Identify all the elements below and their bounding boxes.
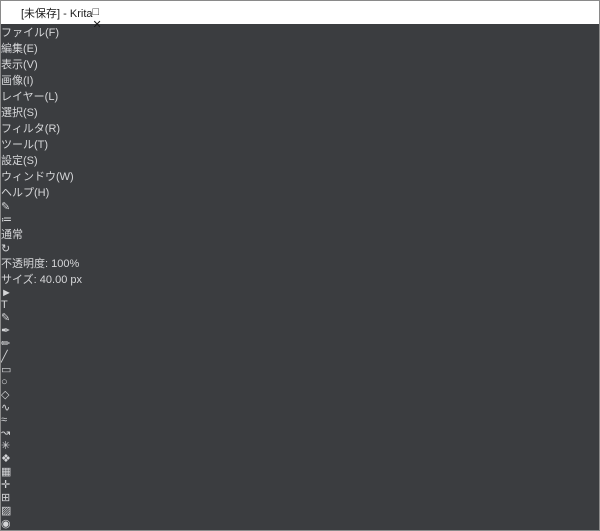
crop-tool[interactable]: ⊞	[1, 491, 599, 504]
rectangle-tool[interactable]: ▭	[1, 363, 599, 376]
menu-item[interactable]: ファイル(F)	[1, 24, 599, 40]
freehand-path-tool[interactable]: ↝	[1, 426, 599, 439]
opacity-label: 不透明度: 100%	[1, 258, 79, 270]
maximize-button[interactable]: □	[93, 6, 102, 18]
brush-size-slider[interactable]: サイズ: 40.00 px	[1, 271, 599, 287]
menu-item[interactable]: 設定(S)	[1, 152, 599, 168]
window-title: [未保存] - Krita	[21, 5, 93, 21]
freehand-brush-tool[interactable]: ✏	[1, 337, 599, 350]
gradient-tool[interactable]: ▨	[1, 504, 599, 517]
menu-item[interactable]: 画像(I)	[1, 72, 599, 88]
brush-size-label: サイズ: 40.00 px	[1, 274, 82, 286]
main-area: ►T✎✒✏╱▭○◇∿≈↝✳❖▦✛⊞▨◉▩◍▣✚∠▫◌◈↯✺≋✂⌇⊕✥ [未保存]…	[1, 287, 599, 531]
polyline-tool[interactable]: ∿	[1, 401, 599, 414]
menu-item[interactable]: ウィンドウ(W)	[1, 168, 599, 184]
dynamic-brush-tool[interactable]: ✳	[1, 439, 599, 452]
toolbox: ►T✎✒✏╱▭○◇∿≈↝✳❖▦✛⊞▨◉▩◍▣✚∠▫◌◈↯✺≋✂⌇⊕✥	[1, 287, 599, 531]
menu-item[interactable]: 表示(V)	[1, 56, 599, 72]
main-toolbar: ✎ ≔ 通常 ↻ 不透明度: 100% サイズ: 40.00 px	[1, 200, 599, 287]
multibrush-tool[interactable]: ❖	[1, 452, 599, 465]
krita-window: [未保存] - Krita – □ ✕ ファイル(F)編集(E)表示(V)画像(…	[0, 0, 600, 531]
opacity-slider[interactable]: 不透明度: 100%	[1, 255, 599, 271]
menu-item[interactable]: フィルタ(R)	[1, 120, 599, 136]
title-bar: [未保存] - Krita – □ ✕	[1, 1, 599, 24]
edit-shapes-tool[interactable]: ✎	[1, 311, 599, 324]
blend-mode-value: 通常	[1, 229, 23, 241]
reload-preset-icon[interactable]: ↻	[1, 242, 599, 255]
color-sampler-tool[interactable]: ◉	[1, 517, 599, 530]
bezier-curve-tool[interactable]: ≈	[1, 414, 599, 426]
edit-brush-settings-icon[interactable]: ≔	[1, 213, 599, 226]
menu-item[interactable]: ツール(T)	[1, 136, 599, 152]
calligraphy-tool[interactable]: ✒	[1, 324, 599, 337]
blend-mode-select[interactable]: 通常	[1, 226, 599, 242]
choose-brush-preset-icon[interactable]: ✎	[1, 200, 599, 213]
polygon-tool[interactable]: ◇	[1, 388, 599, 401]
close-button[interactable]: ✕	[93, 18, 102, 31]
move-tool[interactable]: ✛	[1, 478, 599, 491]
transform-tool[interactable]: ▦	[1, 465, 599, 478]
select-shapes-tool[interactable]: ►	[1, 287, 599, 299]
window-controls: – □ ✕	[93, 0, 102, 31]
line-tool[interactable]: ╱	[1, 350, 599, 363]
menu-item[interactable]: ヘルプ(H)	[1, 184, 599, 200]
menu-item[interactable]: 選択(S)	[1, 104, 599, 120]
krita-app-icon	[7, 6, 21, 20]
text-tool[interactable]: T	[1, 299, 599, 311]
ellipse-tool[interactable]: ○	[1, 376, 599, 388]
menu-item[interactable]: レイヤー(L)	[1, 88, 599, 104]
menu-item[interactable]: 編集(E)	[1, 40, 599, 56]
menu-bar: ファイル(F)編集(E)表示(V)画像(I)レイヤー(L)選択(S)フィルタ(R…	[1, 24, 599, 200]
